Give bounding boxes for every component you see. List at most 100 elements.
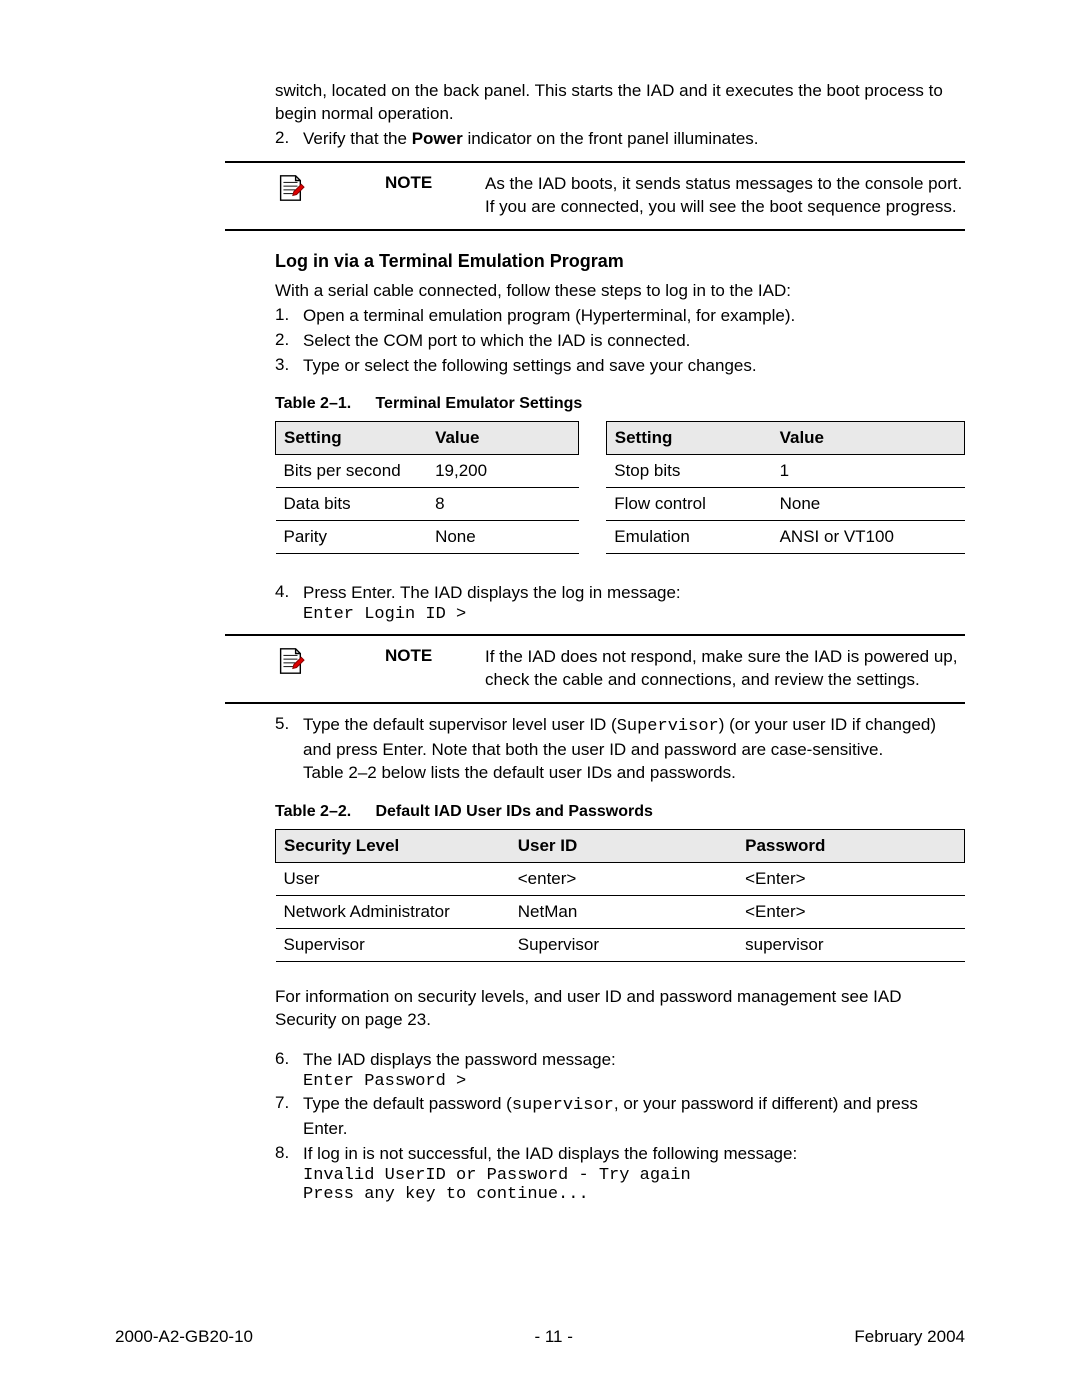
note-label: NOTE: [385, 173, 485, 193]
table-2-caption: Table 2–2. Default IAD User IDs and Pass…: [275, 803, 965, 821]
step-text: Press Enter. The IAD displays the log in…: [303, 582, 965, 605]
code-invalid-2: Press any key to continue...: [303, 1185, 965, 1204]
code-login-prompt: Enter Login ID >: [303, 605, 965, 624]
note-block-2: NOTE If the IAD does not respond, make s…: [225, 634, 965, 704]
step-text: Type the default supervisor level user I…: [303, 714, 965, 785]
step-text: Type the default password (supervisor, o…: [303, 1093, 965, 1141]
text-fragment: Verify that the: [303, 129, 412, 148]
note-block-1: NOTE As the IAD boots, it sends status m…: [225, 161, 965, 231]
caption-title: Terminal Emulator Settings: [375, 395, 582, 412]
default-userids-table: Security Level User ID Password User <en…: [275, 829, 965, 962]
list-item: 3. Type or select the following settings…: [275, 355, 965, 378]
cell: None: [427, 521, 579, 554]
step-number: 2.: [275, 330, 303, 353]
table-row: Parity None Emulation ANSI or VT100: [276, 521, 965, 554]
code-inline: supervisor: [512, 1096, 614, 1115]
step-text: If log in is not successful, the IAD dis…: [303, 1143, 965, 1166]
col-header: Setting: [276, 422, 428, 455]
step-number: 5.: [275, 714, 303, 785]
step-number: 2.: [275, 128, 303, 151]
step-8: 8. If log in is not successful, the IAD …: [275, 1143, 965, 1166]
table-1: Setting Value Setting Value Bits per sec…: [275, 421, 965, 554]
step-number: 6.: [275, 1049, 303, 1072]
cell: NetMan: [510, 896, 737, 929]
table-row: User <enter> <Enter>: [276, 863, 965, 896]
step-7: 7. Type the default password (supervisor…: [275, 1093, 965, 1141]
note-text: As the IAD boots, it sends status messag…: [485, 173, 965, 219]
step-text: Type or select the following settings an…: [303, 355, 965, 378]
list-item: 1. Open a terminal emulation program (Hy…: [275, 305, 965, 328]
power-word: Power: [412, 129, 463, 148]
col-header: Password: [737, 830, 964, 863]
page: switch, located on the back panel. This …: [0, 0, 1080, 1397]
gap: [579, 422, 607, 455]
code-invalid-1: Invalid UserID or Password - Try again: [303, 1166, 965, 1185]
divider: [225, 229, 965, 231]
caption-title: Default IAD User IDs and Passwords: [375, 803, 652, 820]
note-label: NOTE: [385, 646, 485, 666]
section-intro: With a serial cable connected, follow th…: [275, 280, 965, 303]
footer-page-number: - 11 -: [534, 1327, 572, 1347]
note-text: If the IAD does not respond, make sure t…: [485, 646, 965, 692]
cell: <enter>: [510, 863, 737, 896]
step-text: Open a terminal emulation program (Hyper…: [303, 305, 965, 328]
cell: 8: [427, 488, 579, 521]
table-header-row: Security Level User ID Password: [276, 830, 965, 863]
step-4: 4. Press Enter. The IAD displays the log…: [275, 582, 965, 605]
table-1-caption: Table 2–1. Terminal Emulator Settings: [275, 395, 965, 413]
note-icon: [275, 173, 305, 203]
section-heading: Log in via a Terminal Emulation Program: [275, 251, 965, 272]
step-text: Select the COM port to which the IAD is …: [303, 330, 965, 353]
step-number: 8.: [275, 1143, 303, 1166]
col-header: Security Level: [276, 830, 510, 863]
col-header: Value: [772, 422, 965, 455]
col-header: Value: [427, 422, 579, 455]
cell: Parity: [276, 521, 428, 554]
cell: Supervisor: [510, 929, 737, 962]
code-password-prompt: Enter Password >: [303, 1072, 965, 1091]
step-number: 1.: [275, 305, 303, 328]
table-row: Network Administrator NetMan <Enter>: [276, 896, 965, 929]
step-6: 6. The IAD displays the password message…: [275, 1049, 965, 1072]
text-fragment: indicator on the front panel illuminates…: [463, 129, 759, 148]
cell: Bits per second: [276, 455, 428, 488]
divider: [225, 161, 965, 163]
col-header: Setting: [606, 422, 771, 455]
cell: ANSI or VT100: [772, 521, 965, 554]
note-icon-col: [225, 646, 385, 676]
divider: [225, 702, 965, 704]
cell: None: [772, 488, 965, 521]
step-number: 4.: [275, 582, 303, 605]
step-number: 3.: [275, 355, 303, 378]
cell: Flow control: [606, 488, 771, 521]
note-row: NOTE As the IAD boots, it sends status m…: [225, 167, 965, 225]
cell: User: [276, 863, 510, 896]
cell: <Enter>: [737, 896, 964, 929]
step-5: 5. Type the default supervisor level use…: [275, 714, 965, 785]
note-icon-col: [225, 173, 385, 203]
table-2: Security Level User ID Password User <en…: [275, 829, 965, 962]
intro-switch-text: switch, located on the back panel. This …: [275, 80, 965, 126]
cell: Emulation: [606, 521, 771, 554]
text-fragment: Type the default password (: [303, 1094, 512, 1113]
intro-step-2: 2. Verify that the Power indicator on th…: [275, 128, 965, 151]
cell: 19,200: [427, 455, 579, 488]
note-icon: [275, 646, 305, 676]
step-number: 7.: [275, 1093, 303, 1141]
code-inline: Supervisor: [617, 717, 719, 736]
note-row: NOTE If the IAD does not respond, make s…: [225, 640, 965, 698]
cell: <Enter>: [737, 863, 964, 896]
cell: Data bits: [276, 488, 428, 521]
main-content: switch, located on the back panel. This …: [275, 80, 965, 1204]
footer-date: February 2004: [854, 1327, 965, 1347]
step-text: Verify that the Power indicator on the f…: [303, 128, 965, 151]
caption-number: Table 2–1.: [275, 395, 371, 413]
footer-doc-number: 2000-A2-GB20-10: [115, 1327, 253, 1347]
divider: [225, 634, 965, 636]
table-row: Supervisor Supervisor supervisor: [276, 929, 965, 962]
post-table-paragraph: For information on security levels, and …: [275, 986, 965, 1032]
cell: 1: [772, 455, 965, 488]
text-fragment: Table 2–2 below lists the default user I…: [303, 763, 736, 782]
terminal-emulator-settings-table: Setting Value Setting Value Bits per sec…: [275, 421, 965, 554]
step-text: The IAD displays the password message:: [303, 1049, 965, 1072]
